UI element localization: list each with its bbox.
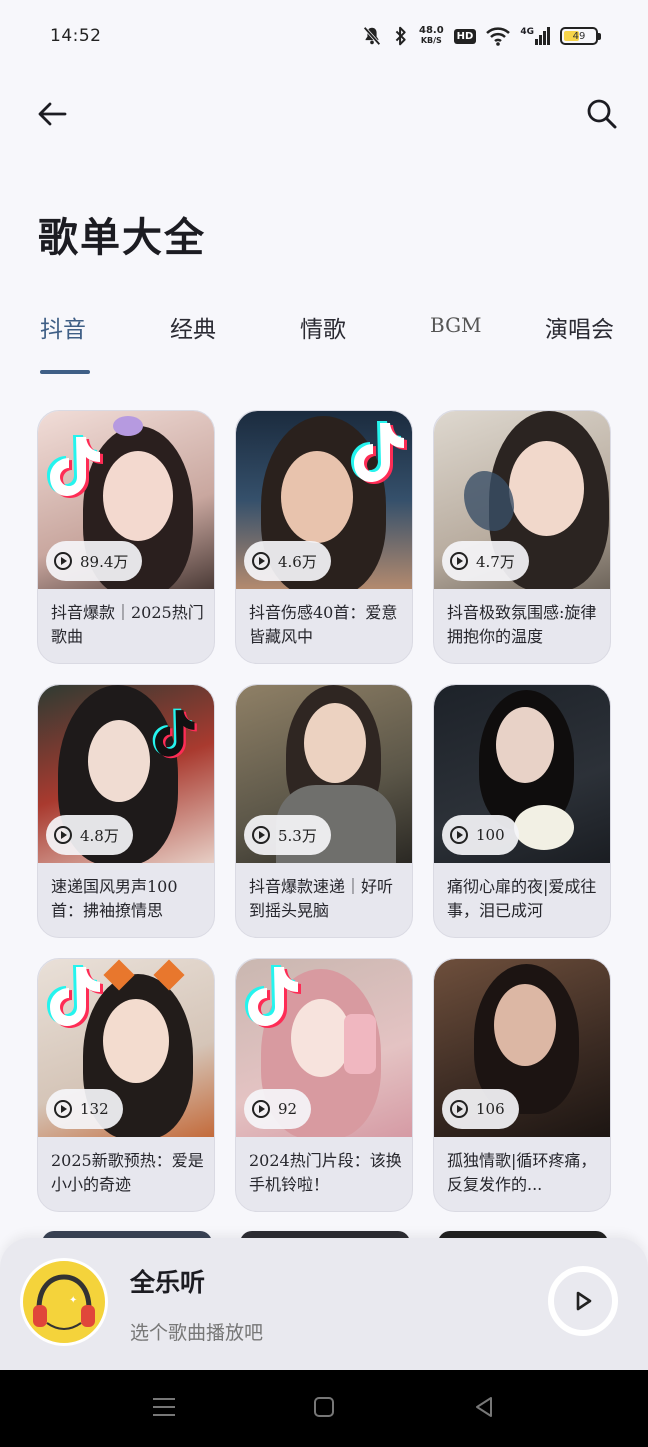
- playlist-title: 抖音爆款速递｜好听到摇头晃脑: [249, 877, 394, 920]
- playlist-cover: 132: [38, 959, 214, 1137]
- playlist-card[interactable]: 106 孤独情歌|循环疼痛，反复发作的...: [433, 958, 611, 1212]
- bluetooth-icon: [395, 26, 406, 46]
- playlist-cover: 89.4万: [38, 411, 214, 589]
- home-square-icon: [314, 1397, 334, 1417]
- playlist-cover: 4.6万: [236, 411, 412, 589]
- playlist-card[interactable]: 89.4万 抖音爆款｜2025热门歌曲: [37, 410, 215, 664]
- status-time: 14:52: [50, 26, 102, 46]
- playlist-title: 抖音爆款｜2025热门歌曲: [51, 603, 204, 646]
- tab-bgm[interactable]: BGM: [430, 313, 482, 337]
- category-tabs: 抖音 经典 情歌 BGM 演唱会: [0, 310, 648, 380]
- playlist-card[interactable]: 4.7万 抖音极致氛围感:旋律拥抱你的温度: [433, 410, 611, 664]
- nav-home-button[interactable]: [304, 1392, 344, 1422]
- playlist-cover: 106: [434, 959, 610, 1137]
- playlist-card[interactable]: 92 2024热门片段：该换手机铃啦！: [235, 958, 413, 1212]
- playlist-title: 速递国风男声100首：拂袖撩情思: [51, 877, 178, 920]
- playlist-title: 抖音伤感40首：爱意皆藏风中: [249, 603, 398, 646]
- arrow-left-icon: [38, 102, 67, 126]
- play-icon: [252, 826, 270, 844]
- play-count-badge: 5.3万: [244, 815, 331, 855]
- playlist-card[interactable]: 132 2025新歌预热：爱是小小的奇迹: [37, 958, 215, 1212]
- playlist-title: 抖音极致氛围感:旋律拥抱你的温度: [447, 603, 597, 646]
- playlist-card[interactable]: 5.3万 抖音爆款速递｜好听到摇头晃脑: [235, 684, 413, 938]
- playlist-title: 2024热门片段：该换手机铃啦！: [249, 1151, 402, 1194]
- play-icon: [252, 552, 270, 570]
- playlist-card[interactable]: 4.6万 抖音伤感40首：爱意皆藏风中: [235, 410, 413, 664]
- tab-concert[interactable]: 演唱会: [545, 310, 614, 344]
- playlist-card[interactable]: 4.8万 速递国风男声100首：拂袖撩情思: [37, 684, 215, 938]
- search-button[interactable]: [580, 92, 624, 136]
- play-count-badge: 89.4万: [46, 541, 143, 581]
- svg-text:✦: ✦: [69, 1295, 77, 1306]
- play-count-badge: 4.7万: [442, 541, 529, 581]
- nav-menu-button[interactable]: [144, 1392, 184, 1422]
- menu-icon: [153, 1398, 175, 1416]
- play-count-badge: 106: [442, 1089, 519, 1129]
- mini-player[interactable]: ✦ 全乐听 选个歌曲播放吧: [0, 1238, 648, 1370]
- top-bar: [0, 90, 648, 140]
- playlist-card[interactable]: 100 痛彻心扉的夜|爱成往事，泪已成河: [433, 684, 611, 938]
- tiktok-logo-icon: [47, 435, 103, 498]
- playlist-cover: 92: [236, 959, 412, 1137]
- play-icon: [54, 1100, 72, 1118]
- player-avatar: ✦: [20, 1258, 108, 1346]
- tab-active-indicator: [40, 370, 90, 374]
- playlist-cover: 4.8万: [38, 685, 214, 863]
- tiktok-logo-icon: [351, 421, 407, 484]
- play-icon: [576, 1291, 592, 1311]
- playlist-cover: 5.3万: [236, 685, 412, 863]
- play-icon: [450, 552, 468, 570]
- playlist-title: 痛彻心扉的夜|爱成往事，泪已成河: [447, 877, 597, 920]
- playlist-cover: 100: [434, 685, 610, 863]
- play-icon: [450, 826, 468, 844]
- play-count-badge: 132: [46, 1089, 123, 1129]
- play-count-badge: 4.6万: [244, 541, 331, 581]
- play-icon: [450, 1100, 468, 1118]
- back-button[interactable]: [30, 92, 74, 136]
- wifi-icon: [486, 27, 511, 46]
- mute-bell-icon: [363, 26, 381, 46]
- search-icon: [587, 99, 617, 129]
- page-title: 歌单大全: [38, 215, 206, 261]
- network-speed: 48.0 KB/S: [418, 25, 444, 46]
- battery-icon: 49: [560, 27, 601, 45]
- play-count-badge: 92: [244, 1089, 312, 1129]
- hd-badge: HD: [453, 28, 477, 44]
- headphones-icon: ✦: [33, 1274, 95, 1330]
- play-button[interactable]: [548, 1266, 618, 1336]
- tiktok-logo-icon: [245, 965, 301, 1028]
- play-icon: [54, 826, 72, 844]
- back-triangle-icon: [476, 1397, 492, 1417]
- status-bar: 14:52 48.0 KB/S HD 4G 49: [0, 0, 648, 72]
- tab-love-songs[interactable]: 情歌: [300, 310, 346, 344]
- player-title: 全乐听: [130, 1268, 206, 1297]
- nav-back-button[interactable]: [464, 1392, 504, 1422]
- tiktok-logo-icon: [152, 708, 197, 759]
- playlist-cover: 4.7万: [434, 411, 610, 589]
- play-icon: [54, 552, 72, 570]
- play-count-badge: 100: [442, 815, 519, 855]
- status-icons: 48.0 KB/S HD 4G 49: [361, 25, 601, 47]
- playlist-title: 孤独情歌|循环疼痛，反复发作的...: [447, 1151, 597, 1194]
- tab-classic[interactable]: 经典: [170, 310, 216, 344]
- player-subtitle: 选个歌曲播放吧: [130, 1322, 264, 1344]
- play-icon: [252, 1100, 270, 1118]
- play-count-badge: 4.8万: [46, 815, 133, 855]
- playlist-title: 2025新歌预热：爱是小小的奇迹: [51, 1151, 204, 1194]
- system-nav-bar: [0, 1370, 648, 1447]
- tiktok-logo-icon: [47, 965, 103, 1028]
- cellular-signal-icon: 4G: [520, 27, 550, 45]
- tab-douyin[interactable]: 抖音: [40, 310, 86, 344]
